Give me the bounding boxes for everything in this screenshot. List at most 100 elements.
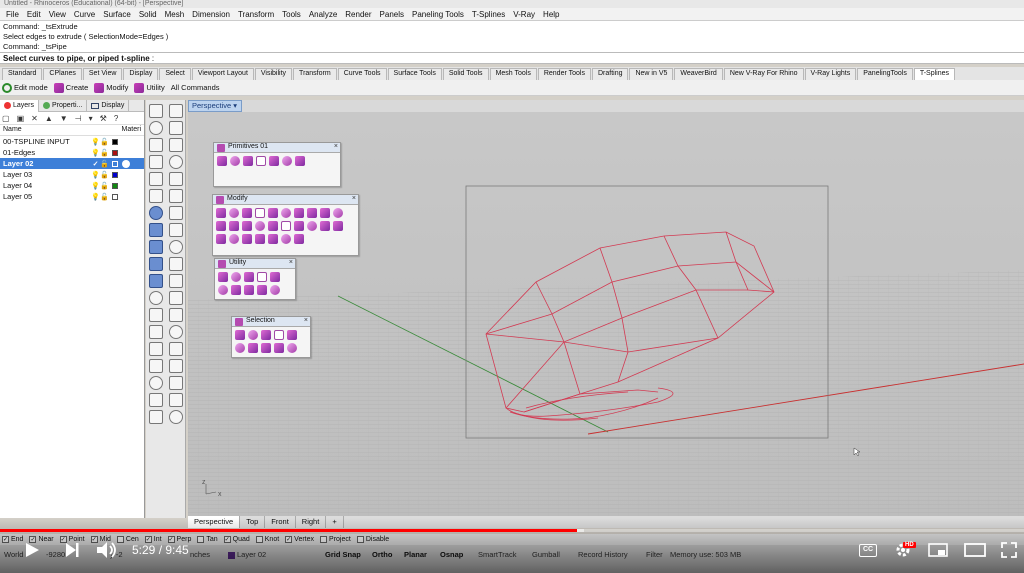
menu-item-solid[interactable]: Solid bbox=[135, 10, 161, 19]
selection-palette-header[interactable]: Selection × bbox=[232, 317, 310, 327]
captions-button[interactable]: CC bbox=[859, 544, 877, 557]
tspline-selection-tool-icon[interactable] bbox=[261, 343, 271, 353]
split-icon[interactable] bbox=[169, 274, 183, 288]
viewport-tab-perspective[interactable]: Perspective bbox=[188, 516, 241, 528]
utility-palette-header[interactable]: Utility × bbox=[215, 259, 295, 269]
tab-select[interactable]: Select bbox=[159, 68, 191, 80]
curve-icon[interactable] bbox=[169, 121, 183, 135]
tspline-modify-tool-icon[interactable] bbox=[255, 208, 265, 218]
menu-item-dimension[interactable]: Dimension bbox=[188, 10, 234, 19]
tspline-modify-tool-icon[interactable] bbox=[307, 221, 317, 231]
tab-panelingtools[interactable]: PanelingTools bbox=[857, 68, 913, 80]
tab-display[interactable]: Display bbox=[123, 68, 159, 80]
close-icon[interactable]: × bbox=[352, 195, 356, 202]
arc-icon[interactable] bbox=[149, 155, 163, 169]
tab-set-view[interactable]: Set View bbox=[82, 68, 123, 80]
mirror-icon[interactable] bbox=[149, 342, 163, 356]
menu-item-panels[interactable]: Panels bbox=[376, 10, 408, 19]
tab-surface-tools[interactable]: Surface Tools bbox=[387, 68, 442, 80]
boolean-icon[interactable] bbox=[149, 274, 163, 288]
tspline-selection-tool-icon[interactable] bbox=[274, 330, 284, 340]
current-layer-indicator[interactable]: Layer 02 bbox=[228, 550, 266, 559]
offset-icon[interactable] bbox=[149, 172, 163, 186]
play-icon[interactable] bbox=[24, 542, 40, 558]
layer-row[interactable]: Layer 03 💡 🔓 bbox=[0, 169, 144, 180]
utility-palette[interactable]: Utility × bbox=[214, 258, 296, 300]
tspline-selection-tool-icon[interactable] bbox=[287, 330, 297, 340]
cylinder-icon[interactable] bbox=[149, 223, 163, 237]
menu-item-transform[interactable]: Transform bbox=[234, 10, 278, 19]
osnap-project[interactable]: Project bbox=[320, 536, 351, 543]
status-toggle-gumball[interactable]: Gumball bbox=[532, 550, 560, 559]
menu-item-help[interactable]: Help bbox=[539, 10, 563, 19]
tspline-primitive-tool-icon[interactable] bbox=[243, 156, 253, 166]
layer-color-swatch[interactable] bbox=[112, 171, 118, 178]
menu-item-analyze[interactable]: Analyze bbox=[305, 10, 341, 19]
tspline-modify-tool-icon[interactable] bbox=[216, 221, 226, 231]
new-sublayer-icon[interactable]: ▣ bbox=[17, 114, 25, 123]
close-icon[interactable]: × bbox=[304, 317, 308, 324]
tspline-primitive-tool-icon[interactable] bbox=[282, 156, 292, 166]
menu-item-curve[interactable]: Curve bbox=[70, 10, 99, 19]
layer-row[interactable]: Layer 05 💡 🔓 bbox=[0, 191, 144, 202]
menu-item-tools[interactable]: Tools bbox=[278, 10, 305, 19]
tspline-selection-tool-icon[interactable] bbox=[248, 330, 258, 340]
tspline-modify-tool-icon[interactable] bbox=[333, 208, 343, 218]
text-icon[interactable] bbox=[169, 189, 183, 203]
tspline-modify-tool-icon[interactable] bbox=[294, 234, 304, 244]
network-icon[interactable] bbox=[169, 257, 183, 271]
tspline-utility-tool-icon[interactable] bbox=[218, 285, 228, 295]
layer-color-swatch[interactable] bbox=[112, 138, 118, 145]
layer-row[interactable]: Layer 02 ✓ 🔓 bbox=[0, 158, 144, 169]
viewport-tab-right[interactable]: Right bbox=[296, 516, 327, 528]
fullscreen-icon[interactable] bbox=[1001, 542, 1017, 558]
osnap-checkbox[interactable]: ✓ bbox=[285, 536, 293, 543]
tspline-modify-tool-icon[interactable] bbox=[281, 208, 291, 218]
tspline-modify-tool-icon[interactable] bbox=[229, 234, 239, 244]
layer-color-swatch[interactable] bbox=[112, 193, 118, 200]
tspline-utility-tool-icon[interactable] bbox=[244, 272, 254, 282]
osnap-tan[interactable]: Tan bbox=[197, 536, 218, 543]
tspline-modify-tool-icon[interactable] bbox=[229, 208, 239, 218]
array-icon[interactable] bbox=[169, 342, 183, 356]
selection-palette[interactable]: Selection × bbox=[231, 316, 311, 358]
checkmark-icon[interactable] bbox=[169, 393, 183, 407]
point-icon[interactable] bbox=[169, 104, 183, 118]
osnap-disable[interactable]: Disable bbox=[356, 536, 389, 543]
circle-icon[interactable] bbox=[149, 138, 163, 152]
layer-visible-bulb-icon[interactable]: 💡 bbox=[91, 171, 100, 179]
layer-color-swatch[interactable] bbox=[112, 149, 118, 156]
tab-visibility[interactable]: Visibility bbox=[254, 68, 293, 80]
tools-icon[interactable]: ⚒ bbox=[100, 114, 107, 123]
tspline-utility-tool-icon[interactable] bbox=[270, 272, 280, 282]
layer-lock-icon[interactable]: 🔓 bbox=[100, 160, 109, 168]
box-icon[interactable] bbox=[149, 206, 163, 220]
tspline-selection-tool-icon[interactable] bbox=[261, 330, 271, 340]
osnap-int[interactable]: ✓ Int bbox=[144, 536, 162, 543]
explode-icon[interactable] bbox=[149, 308, 163, 322]
rotate-icon[interactable] bbox=[149, 325, 163, 339]
status-toggle-grid-snap[interactable]: Grid Snap bbox=[325, 550, 361, 559]
status-toggle-ortho[interactable]: Ortho bbox=[372, 550, 392, 559]
viewport-tab-front[interactable]: Front bbox=[265, 516, 296, 528]
menu-item-mesh[interactable]: Mesh bbox=[161, 10, 189, 19]
polyline-icon[interactable] bbox=[149, 121, 163, 135]
menu-item-view[interactable]: View bbox=[45, 10, 70, 19]
gear-icon[interactable] bbox=[149, 410, 163, 424]
next-icon[interactable] bbox=[64, 542, 80, 558]
tab-new-v-ray-for-rhino[interactable]: New V-Ray For Rhino bbox=[723, 68, 804, 80]
status-toggle-record-history[interactable]: Record History bbox=[578, 550, 628, 559]
tspline-utility-tool-icon[interactable] bbox=[231, 272, 241, 282]
tspline-modify-tool-icon[interactable] bbox=[281, 234, 291, 244]
tspline-modify-tool-icon[interactable] bbox=[307, 208, 317, 218]
tab-layers[interactable]: Layers bbox=[0, 99, 40, 112]
layer-lock-icon[interactable]: 🔓 bbox=[100, 182, 109, 190]
scale-icon[interactable] bbox=[169, 325, 183, 339]
render-icon[interactable] bbox=[169, 376, 183, 390]
layer-visible-bulb-icon[interactable]: 💡 bbox=[91, 182, 100, 190]
tspline-modify-tool-icon[interactable] bbox=[268, 208, 278, 218]
tspline-modify-tool-icon[interactable] bbox=[216, 208, 226, 218]
modify-palette-header[interactable]: Modify × bbox=[213, 195, 358, 205]
tspline-primitive-tool-icon[interactable] bbox=[256, 156, 266, 166]
layer-lock-icon[interactable]: 🔓 bbox=[100, 138, 109, 146]
